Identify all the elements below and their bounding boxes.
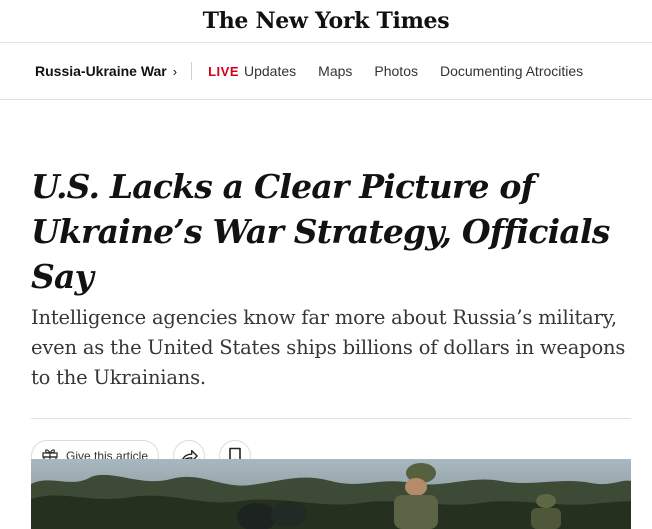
- nav-divider: [191, 62, 193, 80]
- live-updates-link[interactable]: LIVE Updates: [208, 63, 296, 79]
- article: U.S. Lacks a Clear Picture of Ukraine’s …: [0, 164, 652, 472]
- masthead: The New York Times: [0, 0, 652, 43]
- nav-link-maps[interactable]: Maps: [318, 63, 352, 79]
- live-updates-label: Updates: [244, 63, 297, 79]
- nav-link-photos[interactable]: Photos: [374, 63, 418, 79]
- article-headline: U.S. Lacks a Clear Picture of Ukraine’s …: [31, 167, 610, 296]
- lead-photo-image: [31, 459, 631, 529]
- divider-rule: [31, 418, 631, 419]
- section-label: Russia-Ukraine War: [35, 63, 167, 79]
- article-summary: Intelligence agencies know far more abou…: [31, 306, 626, 389]
- article-lead-photo: [31, 459, 631, 529]
- section-subnav: Russia-Ukraine War › LIVE Updates Maps P…: [0, 43, 652, 100]
- nav-link-documenting-atrocities[interactable]: Documenting Atrocities: [440, 63, 583, 79]
- chevron-right-icon: ›: [172, 63, 178, 79]
- nyt-logo[interactable]: The New York Times: [203, 8, 450, 34]
- section-link-russia-ukraine-war[interactable]: Russia-Ukraine War ›: [35, 63, 177, 79]
- live-badge: LIVE: [208, 63, 239, 79]
